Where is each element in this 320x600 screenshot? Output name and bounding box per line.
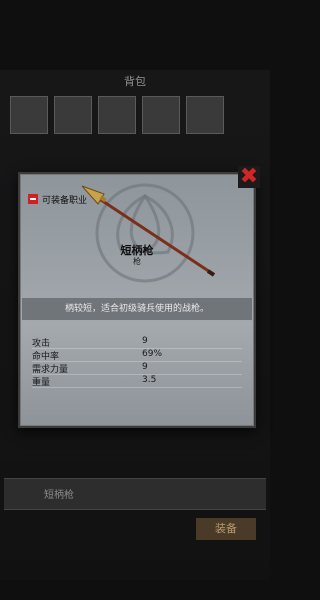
stat-value: 9 [142,336,148,346]
stat-value: 69% [142,349,163,359]
stat-label: 命中率 [32,352,60,362]
stat-label: 需求力量 [32,365,69,375]
background-tabs [10,96,224,134]
item-detail-card: ✖ 可装备职业 短柄枪 枪 柄较短，适合初级骑兵使用的战枪。 攻击 9 命中率 … [18,166,260,428]
background-tab [142,96,180,134]
background-tab [54,96,92,134]
item-description: 柄较短，适合初级骑兵使用的战枪。 [22,298,252,320]
stat-label: 攻击 [32,339,51,349]
spear-icon [81,185,216,277]
background-item-label: 短柄枪 [44,490,74,501]
stat-row-required-strength: 需求力量 9 [32,362,242,375]
stat-value: 3.5 [142,375,157,385]
background-tab [186,96,224,134]
close-icon[interactable]: ✖ [238,166,260,188]
background-header-title: 背包 [124,75,146,88]
item-stats: 攻击 9 命中率 69% 需求力量 9 重量 3.5 [32,336,242,388]
background-inventory-item: 短柄枪 [4,478,266,510]
stat-value: 9 [142,362,148,372]
stat-row-hit-rate: 命中率 69% [32,349,242,362]
stat-label: 重量 [32,378,51,388]
stat-row-attack: 攻击 9 [32,336,242,349]
background-equip-button: 装备 [196,518,256,540]
item-type: 枪 [133,257,141,266]
class-icon [28,194,38,204]
stat-row-weight: 重量 3.5 [32,375,242,388]
background-tab [98,96,136,134]
background-tab [10,96,48,134]
